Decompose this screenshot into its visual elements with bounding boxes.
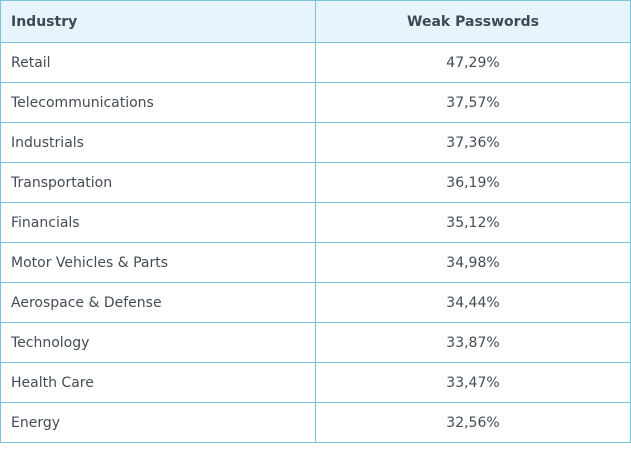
weak-passwords-table: Industry Weak Passwords Retail 47,29% Te… [0, 0, 631, 443]
industry-cell: Aerospace & Defense [0, 282, 316, 323]
industry-cell: Telecommunications [0, 82, 316, 123]
table-row: Energy 32,56% [0, 402, 631, 443]
table-row: Telecommunications 37,57% [0, 82, 631, 123]
industry-cell: Industrials [0, 122, 316, 163]
data-table-container: Industry Weak Passwords Retail 47,29% Te… [0, 0, 631, 452]
industry-cell: Financials [0, 202, 316, 243]
table-row: Industrials 37,36% [0, 122, 631, 163]
weak-passwords-cell: 34,44% [315, 282, 631, 323]
table-row: Transportation 36,19% [0, 162, 631, 203]
weak-passwords-cell: 33,47% [315, 362, 631, 403]
table-row: Technology 33,87% [0, 322, 631, 363]
weak-passwords-cell: 37,57% [315, 82, 631, 123]
table-row: Motor Vehicles & Parts 34,98% [0, 242, 631, 283]
industry-cell: Health Care [0, 362, 316, 403]
weak-passwords-cell: 47,29% [315, 42, 631, 83]
weak-passwords-cell: 37,36% [315, 122, 631, 163]
header-industry: Industry [0, 0, 316, 43]
table-row: Health Care 33,47% [0, 362, 631, 403]
weak-passwords-cell: 34,98% [315, 242, 631, 283]
header-weak-passwords: Weak Passwords [315, 0, 631, 43]
industry-cell: Energy [0, 402, 316, 443]
table-row: Financials 35,12% [0, 202, 631, 243]
industry-cell: Retail [0, 42, 316, 83]
industry-cell: Transportation [0, 162, 316, 203]
table-row: Retail 47,29% [0, 42, 631, 83]
table-row: Aerospace & Defense 34,44% [0, 282, 631, 323]
weak-passwords-cell: 36,19% [315, 162, 631, 203]
weak-passwords-cell: 35,12% [315, 202, 631, 243]
table-header-row: Industry Weak Passwords [0, 0, 631, 43]
industry-cell: Motor Vehicles & Parts [0, 242, 316, 283]
industry-cell: Technology [0, 322, 316, 363]
weak-passwords-cell: 32,56% [315, 402, 631, 443]
weak-passwords-cell: 33,87% [315, 322, 631, 363]
